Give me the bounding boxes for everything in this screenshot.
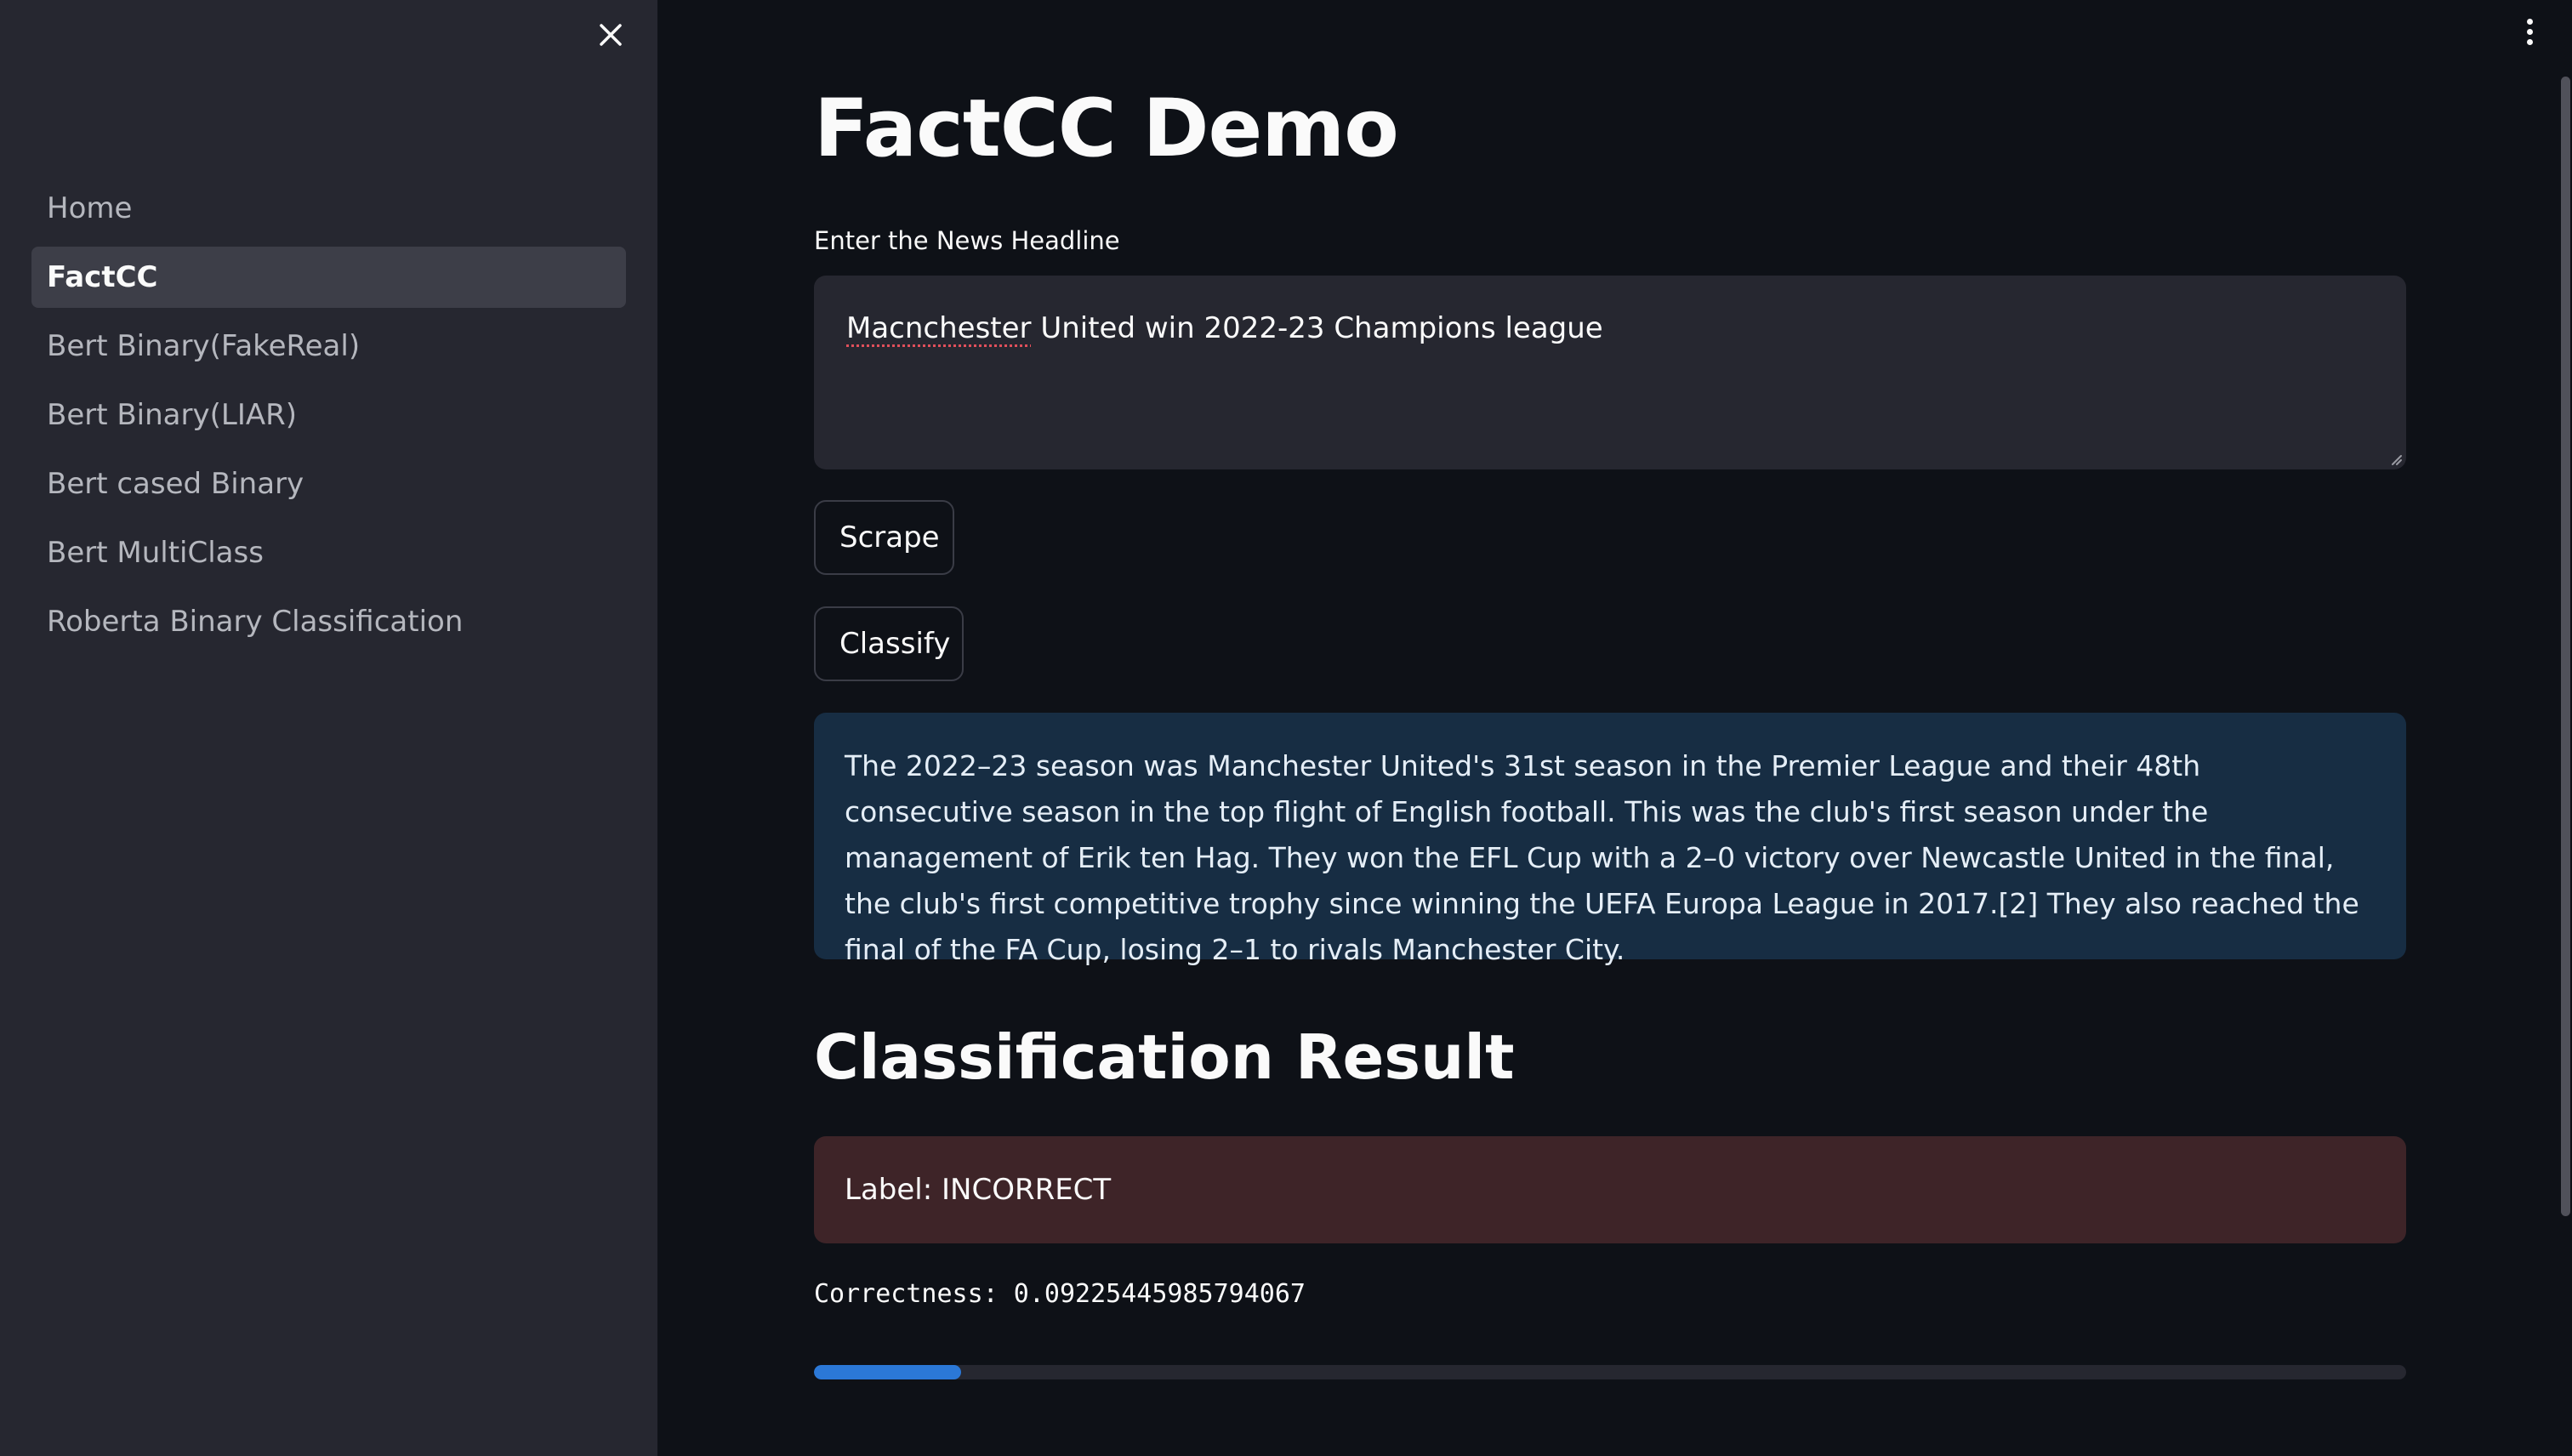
result-title: Classification Result <box>814 1021 1515 1093</box>
misspelled-word: Macnchester <box>846 311 1032 345</box>
classify-button[interactable]: Classify <box>814 606 964 681</box>
kebab-menu-icon <box>2526 18 2533 25</box>
correctness-text: Correctness: 0.09225445985794067 <box>814 1279 1306 1309</box>
sidebar-item-factcc[interactable]: FactCC <box>31 247 626 308</box>
kebab-menu-icon-dot <box>2526 38 2533 45</box>
sidebar-item-label: Roberta Binary Classification <box>47 605 464 639</box>
scraped-text-box: The 2022–23 season was Manchester United… <box>814 713 2406 966</box>
sidebar-item-bert-cased-binary[interactable]: Bert cased Binary <box>31 453 626 515</box>
sidebar-nav: Home FactCC Bert Binary(FakeReal) Bert B… <box>31 178 626 660</box>
sidebar: Home FactCC Bert Binary(FakeReal) Bert B… <box>0 0 657 1456</box>
kebab-menu-icon-dot <box>2526 28 2533 35</box>
headline-text: United win 2022-23 Champions league <box>1031 311 1603 345</box>
main-menu-button[interactable] <box>2514 12 2545 51</box>
sidebar-item-home[interactable]: Home <box>31 178 626 239</box>
correctness-progress-fill <box>814 1365 961 1379</box>
sidebar-item-label: Bert cased Binary <box>47 467 304 501</box>
sidebar-item-bert-binary-fakereal[interactable]: Bert Binary(FakeReal) <box>31 316 626 377</box>
sidebar-item-bert-multiclass[interactable]: Bert MultiClass <box>31 522 626 583</box>
resize-handle-icon[interactable] <box>2387 451 2403 466</box>
sidebar-item-label: Bert Binary(FakeReal) <box>47 329 361 363</box>
sidebar-item-roberta-binary-classification[interactable]: Roberta Binary Classification <box>31 591 626 652</box>
scrollbar[interactable] <box>2561 77 2570 1216</box>
sidebar-item-label: FactCC <box>47 260 158 294</box>
result-label-box: Label: INCORRECT <box>814 1136 2406 1243</box>
scrape-button[interactable]: Scrape <box>814 500 954 575</box>
close-sidebar-button[interactable] <box>589 15 633 54</box>
sidebar-item-bert-binary-liar[interactable]: Bert Binary(LIAR) <box>31 384 626 446</box>
page-title: FactCC Demo <box>814 82 1399 175</box>
close-icon <box>600 24 622 46</box>
sidebar-item-label: Bert MultiClass <box>47 536 264 570</box>
result-label: Label: INCORRECT <box>845 1173 1112 1207</box>
headline-input-label: Enter the News Headline <box>814 226 1120 255</box>
correctness-progress-bar <box>814 1365 2406 1379</box>
headline-textarea[interactable]: Macnchester United win 2022-23 Champions… <box>814 276 2406 469</box>
sidebar-item-label: Bert Binary(LIAR) <box>47 398 297 432</box>
scraped-text: The 2022–23 season was Manchester United… <box>845 749 2359 966</box>
sidebar-item-label: Home <box>47 191 133 225</box>
